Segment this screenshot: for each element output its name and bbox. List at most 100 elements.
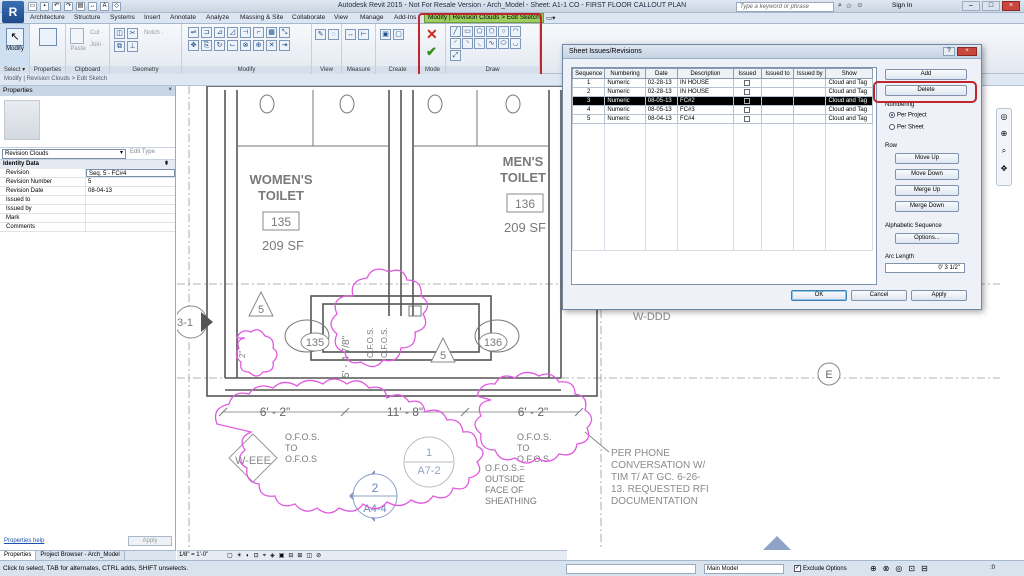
notch-button[interactable]: Notch · (144, 30, 163, 36)
issued-checkbox[interactable] (744, 79, 751, 86)
mirror-draw-icon[interactable]: ◿ (227, 27, 238, 38)
cell-show[interactable]: Cloud and Tag (825, 114, 873, 124)
create-group-icon[interactable]: ▣ (380, 29, 391, 40)
cell-issued[interactable] (732, 87, 762, 97)
tab-systems[interactable]: Systems (110, 14, 135, 21)
cut-geometry-icon[interactable]: ✂ (127, 28, 138, 39)
cell-sequence[interactable]: 2 (571, 87, 606, 97)
cell-numbering[interactable]: Numeric (604, 114, 646, 124)
workset-selector[interactable] (566, 564, 696, 574)
ok-button[interactable]: OK (791, 290, 847, 301)
revision-note[interactable]: PER PHONE (611, 448, 670, 459)
close-button[interactable]: × (1002, 1, 1020, 11)
cell-issued-to[interactable] (760, 105, 795, 115)
arc-length-input[interactable]: 0' 3 1/2" (885, 263, 965, 273)
identity-data-category[interactable]: Identity Data ⇞ (0, 160, 175, 169)
delete-button[interactable]: Delete (885, 85, 967, 96)
selection-filter-icons[interactable]: ⊕⊗◎⊡⊟ (870, 564, 934, 573)
hide-icon[interactable]: ◌ (328, 29, 339, 40)
properties-icon[interactable] (39, 28, 57, 46)
view-controls-icons[interactable]: ▢☀◐⊡⌖◈▣⊟⊞◫⊘ (227, 552, 325, 560)
type-selector[interactable]: Revision Clouds (2, 149, 126, 159)
cancel-button[interactable]: Cancel (851, 290, 907, 301)
properties-apply-button[interactable]: Apply (128, 536, 172, 546)
tab-collaborate[interactable]: Collaborate (292, 14, 325, 21)
split-icon[interactable]: ⊣ (240, 27, 251, 38)
search-icon[interactable]: ⌕ (838, 2, 842, 10)
issued-checkbox[interactable] (744, 106, 751, 113)
copy-icon[interactable]: ⎘ (201, 40, 212, 51)
col-date[interactable]: Date (644, 68, 679, 79)
extend-icon[interactable]: ⇥ (279, 40, 290, 51)
per-sheet-radio[interactable]: Per Sheet (889, 124, 924, 131)
dimension-2[interactable]: 11' - 8" (387, 405, 423, 419)
revision-value[interactable]: Seq. 5 - FC#4 (86, 169, 175, 177)
measure-icon[interactable]: ↔ (345, 29, 356, 40)
room-label-mens[interactable]: MEN'S (503, 154, 544, 169)
grid-bubble-e[interactable]: E (825, 369, 832, 381)
chevron-down-icon[interactable]: ▾ (120, 149, 123, 156)
cell-issued-to[interactable] (760, 87, 795, 97)
issued-checkbox[interactable] (744, 97, 751, 104)
trim-extend-icon[interactable]: ⌙ (227, 40, 238, 51)
join-button[interactable]: Join · (90, 42, 105, 48)
cursor-icon[interactable]: ↖ (6, 28, 24, 46)
col-description[interactable]: Description (677, 68, 734, 79)
merge-down-button[interactable]: Merge Down (895, 201, 959, 212)
table-row[interactable]: 2 Numeric 02-28-13 IN HOUSE Cloud and Tag (571, 87, 873, 97)
col-issued[interactable]: Issued (732, 68, 762, 79)
dimension-3[interactable]: 6' - 2" (518, 405, 549, 419)
radio-icon[interactable] (889, 124, 895, 130)
maximize-button[interactable]: □ (982, 1, 1000, 11)
properties-help-link[interactable]: Properties help (4, 538, 44, 544)
merge-up-button[interactable]: Merge Up (895, 185, 959, 196)
cell-description[interactable]: IN HOUSE (677, 78, 734, 88)
pin-icon[interactable]: ⊕ (253, 40, 264, 51)
col-issued-to[interactable]: Issued to (760, 68, 795, 79)
cell-description[interactable]: FC#4 (677, 114, 734, 124)
tab-architecture[interactable]: Architecture (30, 14, 65, 21)
cell-issued-by[interactable] (793, 96, 827, 106)
issued-checkbox[interactable] (744, 115, 751, 122)
join-geometry-icon[interactable]: ⧉ (114, 41, 125, 52)
cell-issued-by[interactable] (793, 114, 827, 124)
zoom-in-region-icon[interactable]: ⌕ (997, 146, 1011, 156)
tab-view[interactable]: View (334, 14, 348, 21)
apply-button[interactable]: Apply (911, 290, 967, 301)
tab-add-ins[interactable]: Add-Ins (394, 14, 416, 21)
edit-type-button[interactable]: Edit Type (130, 149, 155, 155)
steering-wheel-icon[interactable]: ◎ (997, 112, 1011, 121)
cell-description[interactable]: IN HOUSE (677, 87, 734, 97)
cell-sequence[interactable]: 1 (571, 78, 606, 88)
cell-issued-by[interactable] (793, 78, 827, 88)
cell-sequence[interactable]: 3 (571, 96, 606, 106)
move-icon[interactable]: ✥ (188, 40, 199, 51)
cell-issued[interactable] (732, 105, 762, 115)
table-row[interactable]: 5 Numeric 08-04-13 FC#4 Cloud and Tag (571, 114, 873, 124)
per-project-radio[interactable]: Per Project (889, 112, 927, 119)
dimension-icon[interactable]: ⊢ (358, 29, 369, 40)
override-graphics-icon[interactable]: ✎ (315, 29, 326, 40)
cope-icon[interactable]: ◫ (114, 28, 125, 39)
modify-button[interactable]: Modify (2, 46, 28, 52)
sign-in-link[interactable]: Sign In (892, 2, 912, 9)
cell-date[interactable]: 08-05-13 (644, 96, 679, 106)
tab-project-browser[interactable]: Project Browser - Arch_Model (36, 551, 125, 560)
collapse-icon[interactable]: ⇞ (164, 160, 169, 169)
col-numbering[interactable]: Numbering (604, 68, 646, 79)
callout-tag-a7-2[interactable]: A7-2 (417, 465, 440, 477)
create-similar-icon[interactable]: ▢ (393, 29, 404, 40)
cell-issued-to[interactable] (760, 114, 795, 124)
col-show[interactable]: Show (825, 68, 873, 79)
tab-manage[interactable]: Manage (360, 14, 384, 21)
app-menu-button[interactable]: R (2, 1, 24, 23)
cell-description[interactable]: FC#2 (677, 96, 734, 106)
subscription-icon[interactable]: ☆ (846, 2, 852, 10)
cell-sequence[interactable]: 5 (571, 114, 606, 124)
scale-icon[interactable]: ⤡ (279, 27, 290, 38)
cell-date[interactable]: 08-05-13 (644, 105, 679, 115)
offset-icon[interactable]: ⊐ (201, 27, 212, 38)
cell-issued-by[interactable] (793, 105, 827, 115)
cell-numbering[interactable]: Numeric (604, 96, 646, 106)
cell-date[interactable]: 02-28-13 (644, 87, 679, 97)
